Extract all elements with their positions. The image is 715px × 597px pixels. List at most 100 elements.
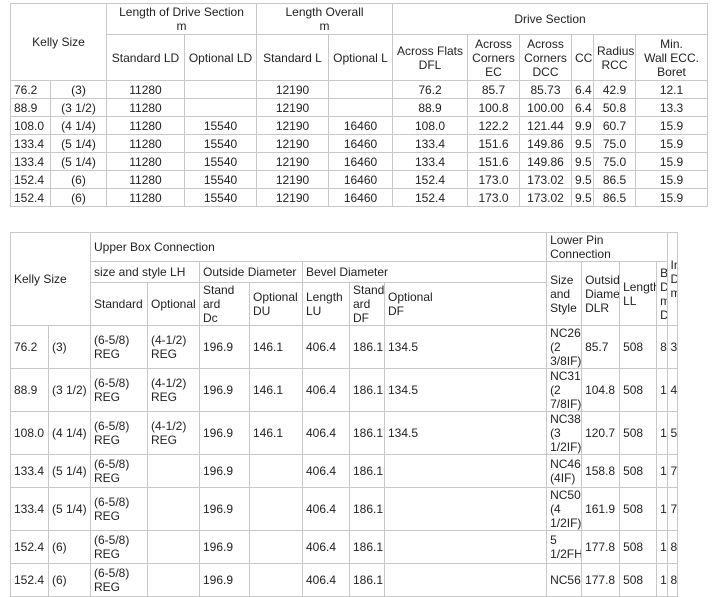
header-min-wall: Min. Wall ECC. Boret <box>635 34 709 81</box>
table-cell: 6.4 <box>571 98 595 117</box>
cell-text: 88.9 <box>14 383 38 397</box>
cell-text: 151.6 <box>478 136 509 151</box>
cell-text: 146.1 <box>253 426 284 440</box>
table-cell: 31.8 <box>666 325 679 369</box>
table-cell: 196.9 <box>199 530 250 564</box>
cell-text: 11280 <box>129 172 162 187</box>
table-cell: (6-5/8) REG <box>90 454 148 488</box>
cell-text: (3 1/2) <box>52 383 87 397</box>
cell-text: 152.4 <box>14 540 45 554</box>
cell-text: 5 1/2FH <box>550 533 582 561</box>
table-cell: 16460 <box>327 170 394 189</box>
cell-text: 116.3 <box>660 426 666 440</box>
table-cell: NC31 (2 7/8IF) <box>546 368 583 412</box>
table-cell: 71.4 <box>666 487 679 531</box>
table-cell: 186.1 <box>349 325 385 369</box>
table-cell: 9.5 <box>571 188 595 207</box>
table-cell: 16460 <box>327 134 394 153</box>
cell-text: 121.44 <box>527 118 564 133</box>
table-cell: 108.0 <box>392 116 469 135</box>
table-cell: NC38 (3 1/2IF) <box>546 411 583 455</box>
table-cell: 152.4 <box>10 530 49 564</box>
cell-text: 186.1 <box>353 502 384 516</box>
table-cell: 82.6 <box>666 563 679 597</box>
cell-text: (5 1/4) <box>52 464 87 478</box>
cell-text: (6-5/8) <box>94 376 130 390</box>
table-cell: 170.7 <box>656 530 668 564</box>
table-cell: 11280 <box>106 188 185 207</box>
cell-text: (3 1/2IF) <box>550 426 582 454</box>
table-cell <box>383 563 548 597</box>
cell-text: REG <box>94 509 121 523</box>
table-cell: 85.7 <box>467 80 521 99</box>
cell-text: 186.1 <box>353 426 384 440</box>
table-cell: (4-1/2) REG <box>147 368 200 412</box>
table-cell: 173.0 <box>467 188 521 207</box>
cell-text: 133.4 <box>415 136 446 151</box>
table-cell: (5 1/4) <box>48 487 91 531</box>
cell-text: 11280 <box>129 82 162 97</box>
table-cell: 508 <box>619 563 658 597</box>
cell-text: (5 1/4) <box>52 502 87 516</box>
table-row: 108.0 (4 1/4) 11280 15540 12190 16460 108.0 122… <box>10 116 709 135</box>
table-cell: (3 1/2) <box>50 98 107 117</box>
cell-text: 406.4 <box>306 383 337 397</box>
cell-text: 11280 <box>129 100 162 115</box>
table-cell: 173.0 <box>467 170 521 189</box>
table-cell: 196.9 <box>199 563 250 597</box>
cell-text: 508 <box>623 540 644 554</box>
cell-text: 196.9 <box>203 340 234 354</box>
table-row: 133.4 (5 1/4) (6-5/8) REG 196.9 406.4 186.1 NC5… <box>10 487 679 531</box>
header-standard: Standard <box>90 282 148 326</box>
table-row: 152.4 (6) 11280 15540 12190 16460 152.4 173.0 17… <box>10 170 709 189</box>
table-cell: 196.9 <box>199 487 250 531</box>
table-cell: 11280 <box>106 134 185 153</box>
table-cell: 122.2 <box>467 116 521 135</box>
cell-text: 11280 <box>129 190 162 205</box>
table-cell: 9.9 <box>571 116 595 135</box>
header-across-flats: Across Flats DFL <box>392 34 469 81</box>
cell-text: NC26 <box>550 326 581 341</box>
table-cell: 152.4 <box>10 563 49 597</box>
cell-text: (5 1/4) <box>61 136 96 151</box>
cell-text: NC46 <box>550 457 581 471</box>
table-cell: 57.2 <box>666 411 679 455</box>
header-radius: Radius RCC <box>593 34 637 81</box>
cell-text: 196.9 <box>203 573 234 587</box>
cell-text: (6) <box>52 540 67 554</box>
cell-text: 170.7 <box>660 540 667 554</box>
cell-text: 134.5 <box>388 383 419 397</box>
cell-text: 9.5 <box>575 172 592 187</box>
cell-text: 154.0 <box>660 502 667 516</box>
cell-text: 108.0 <box>14 426 45 440</box>
table-cell: 76.2 <box>10 325 49 369</box>
table-cell: (5 1/4) <box>50 152 107 171</box>
table-cell: 86.5 <box>593 188 637 207</box>
cell-text: REG <box>151 390 178 404</box>
cell-text: 12190 <box>275 190 310 205</box>
table-cell: 75.0 <box>593 134 637 153</box>
cell-text: 149.86 <box>527 136 564 151</box>
table-cell: 177.8 <box>581 563 621 597</box>
cell-text: 6.4 <box>575 100 592 115</box>
table-cell: 85.73 <box>519 80 573 99</box>
header-standard-ld: Standard LD <box>106 34 185 81</box>
header-lower-pin: Lower Pin Connection <box>546 232 668 262</box>
table-cell: 133.4 <box>10 487 49 531</box>
cell-text: (4 1/4) <box>61 118 96 133</box>
table-row: 133.4 (5 1/4) 11280 15540 12190 16460 133.4 151… <box>10 134 709 153</box>
header-kelly-size: Kelly Size <box>10 3 107 81</box>
cell-text: (6-5/8) <box>94 533 130 547</box>
cell-text: 71.4 <box>670 502 678 516</box>
cell-text: 186.1 <box>353 573 384 587</box>
cell-text: 75.0 <box>602 154 627 169</box>
table-header-row: Kelly Size Upper Box Connection Lower Pi… <box>10 232 679 326</box>
table-cell: 151.6 <box>467 152 521 171</box>
table-cell <box>249 530 303 564</box>
cell-text: (4-1/2) <box>151 333 187 347</box>
table-cell: 76.2 <box>10 80 51 99</box>
cell-text: 16460 <box>343 154 378 169</box>
table-row: 133.4 (5 1/4) 11280 15540 12190 16460 133.4 151… <box>10 152 709 171</box>
cell-text: 173.0 <box>478 172 509 187</box>
cell-text: (3) <box>52 340 67 354</box>
